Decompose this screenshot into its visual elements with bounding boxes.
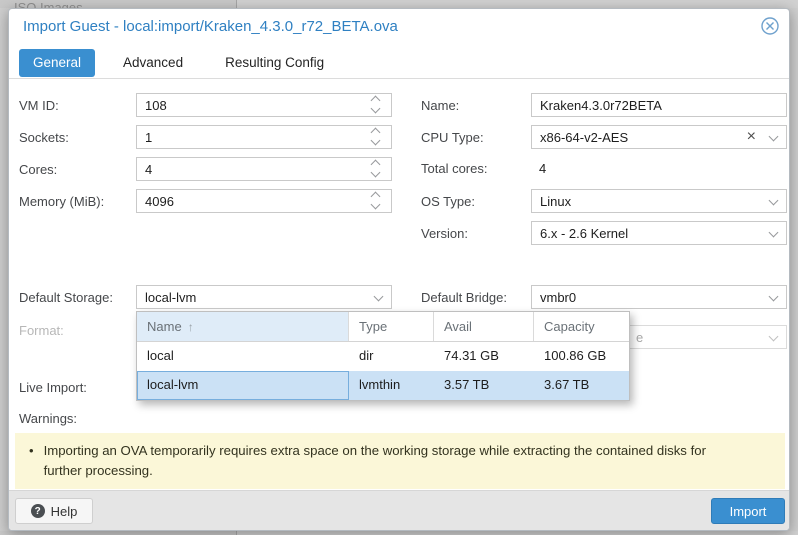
import-button[interactable]: Import — [711, 498, 785, 524]
close-icon[interactable] — [760, 16, 780, 36]
background-masked-app: ISO Images — [0, 0, 798, 8]
vm-id-input[interactable]: 108 — [136, 93, 392, 117]
cores-input[interactable]: 4 — [136, 157, 392, 181]
live-import-label: Live Import: — [19, 380, 87, 395]
column-header-name[interactable]: Name↑ — [137, 312, 349, 341]
vm-id-label: VM ID: — [19, 98, 59, 113]
tab-resulting-config[interactable]: Resulting Config — [211, 49, 338, 77]
default-storage-combobox[interactable]: local-lvm — [136, 285, 392, 309]
dialog-tabbar: General Advanced Resulting Config — [19, 49, 338, 77]
total-cores-label: Total cores: — [421, 161, 487, 176]
format-label: Format: — [19, 323, 64, 338]
os-type-label: OS Type: — [421, 194, 475, 209]
default-bridge-dropdown-icon[interactable] — [769, 292, 779, 302]
sockets-input[interactable]: 1 — [136, 125, 392, 149]
storage-row-local-lvm[interactable]: local-lvm lvmthin 3.57 TB 3.67 TB — [137, 371, 629, 400]
default-bridge-combobox[interactable]: vmbr0 — [531, 285, 787, 309]
os-type-combobox[interactable]: Linux — [531, 189, 787, 213]
background-left-panel-bottom — [0, 531, 237, 535]
memory-label: Memory (MiB): — [19, 194, 104, 209]
cores-label: Cores: — [19, 162, 57, 177]
warning-box: • Importing an OVA temporarily requires … — [15, 433, 785, 489]
background-tab-label: ISO Images — [14, 0, 83, 8]
name-label: Name: — [421, 98, 459, 113]
sockets-spinner[interactable] — [372, 129, 384, 147]
version-label: Version: — [421, 226, 468, 241]
import-guest-dialog: Import Guest - local:import/Kraken_4.3.0… — [8, 8, 790, 531]
version-dropdown-icon[interactable] — [769, 228, 779, 238]
default-storage-label: Default Storage: — [19, 290, 113, 305]
tab-advanced[interactable]: Advanced — [109, 49, 197, 77]
memory-spinner[interactable] — [372, 193, 384, 211]
sort-asc-icon: ↑ — [188, 320, 194, 334]
help-button[interactable]: ? Help — [15, 498, 93, 524]
warnings-label: Warnings: — [19, 411, 77, 426]
column-header-capacity[interactable]: Capacity — [534, 312, 629, 341]
storage-dropdown-grid: Name↑ Type Avail Capacity local dir 74.3… — [136, 311, 630, 401]
column-header-avail[interactable]: Avail — [434, 312, 534, 341]
cpu-type-clear-icon[interactable]: × — [747, 128, 756, 146]
tabbar-separator — [9, 78, 790, 79]
storage-row-local[interactable]: local dir 74.31 GB 100.86 GB — [137, 342, 629, 371]
column-header-type[interactable]: Type — [349, 312, 434, 341]
storage-grid-header: Name↑ Type Avail Capacity — [137, 312, 629, 342]
sockets-label: Sockets: — [19, 130, 69, 145]
obscured-dropdown-icon — [769, 332, 779, 342]
background-left-panel: ISO Images — [0, 0, 237, 8]
help-button-label: Help — [51, 504, 78, 519]
warning-text: Importing an OVA temporarily requires ex… — [44, 441, 744, 481]
name-input[interactable]: Kraken4.3.0r72BETA — [531, 93, 787, 117]
cpu-type-label: CPU Type: — [421, 130, 484, 145]
default-storage-dropdown-icon[interactable] — [374, 292, 384, 302]
import-button-label: Import — [730, 504, 767, 519]
default-bridge-label: Default Bridge: — [421, 290, 507, 305]
os-type-dropdown-icon[interactable] — [769, 196, 779, 206]
help-question-icon: ? — [31, 504, 45, 518]
total-cores-value: 4 — [539, 161, 546, 176]
cpu-type-combobox[interactable]: x86-64-v2-AES × — [531, 125, 787, 149]
version-combobox[interactable]: 6.x - 2.6 Kernel — [531, 221, 787, 245]
dialog-footer: ? Help Import — [9, 490, 790, 530]
dialog-title: Import Guest - local:import/Kraken_4.3.0… — [23, 18, 398, 35]
cpu-type-dropdown-icon[interactable] — [769, 132, 779, 142]
background-masked-app-bottom — [0, 531, 798, 535]
warning-bullet: • — [29, 441, 34, 481]
cores-spinner[interactable] — [372, 161, 384, 179]
tab-general[interactable]: General — [19, 49, 95, 77]
vm-id-spinner[interactable] — [372, 97, 384, 115]
memory-input[interactable]: 4096 — [136, 189, 392, 213]
